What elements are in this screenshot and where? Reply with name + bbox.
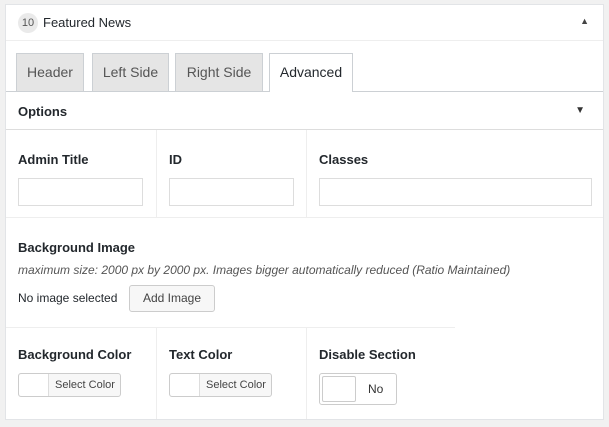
disable-section-label: Disable Section (319, 347, 416, 362)
background-color-picker[interactable]: Select Color (18, 373, 121, 397)
id-label: ID (169, 152, 182, 167)
text-color-cell: Text Color Select Color (156, 327, 306, 419)
options-label: Options (18, 104, 68, 119)
background-image-row: Background Image maximum size: 2000 px b… (6, 218, 603, 328)
background-color-swatch (19, 374, 49, 396)
background-color-label: Background Color (18, 347, 132, 362)
tab-advanced[interactable]: Advanced (269, 53, 353, 92)
add-image-button[interactable]: Add Image (129, 285, 215, 312)
disable-section-toggle[interactable]: No (319, 373, 397, 405)
classes-input[interactable] (319, 178, 592, 206)
widget-header[interactable]: 10 Featured News ▲ (6, 5, 603, 41)
widget-title: Featured News (43, 15, 132, 30)
toggle-state-text: No (368, 382, 384, 396)
text-color-swatch (170, 374, 200, 396)
tab-left-side[interactable]: Left Side (92, 53, 169, 91)
text-color-label: Text Color (169, 347, 233, 362)
collapse-arrow-icon[interactable]: ▲ (580, 16, 589, 26)
classes-label: Classes (319, 152, 369, 167)
identity-fields-row: Admin Title ID Classes (6, 130, 603, 218)
id-input[interactable] (169, 178, 294, 206)
options-toggle-arrow-icon[interactable]: ▼ (575, 105, 585, 116)
tab-header[interactable]: Header (16, 53, 84, 91)
widget-panel: 10 Featured News ▲ Header Left Side Righ… (5, 4, 604, 420)
tab-right-side[interactable]: Right Side (175, 53, 263, 91)
id-cell: ID (156, 130, 306, 217)
background-image-label: Background Image (18, 240, 136, 255)
classes-cell: Classes (306, 130, 603, 217)
image-status-text: No image selected (18, 291, 118, 305)
background-color-cell: Background Color Select Color (6, 327, 156, 419)
tab-bar: Header Left Side Right Side Advanced (6, 41, 603, 92)
widget-number-badge: 10 (18, 13, 38, 33)
style-options-row: Background Color Select Color Text Color… (6, 327, 603, 419)
options-section-header[interactable]: Options ▼ (6, 92, 603, 130)
admin-title-input[interactable] (18, 178, 143, 206)
disable-section-cell: Disable Section No (306, 327, 603, 419)
background-image-note: maximum size: 2000 px by 2000 px. Images… (18, 263, 511, 277)
background-color-button-text: Select Color (55, 379, 115, 391)
admin-title-label: Admin Title (18, 152, 89, 167)
text-color-picker[interactable]: Select Color (169, 373, 272, 397)
admin-title-cell: Admin Title (6, 130, 156, 217)
toggle-knob (322, 376, 356, 402)
text-color-button-text: Select Color (206, 379, 266, 391)
